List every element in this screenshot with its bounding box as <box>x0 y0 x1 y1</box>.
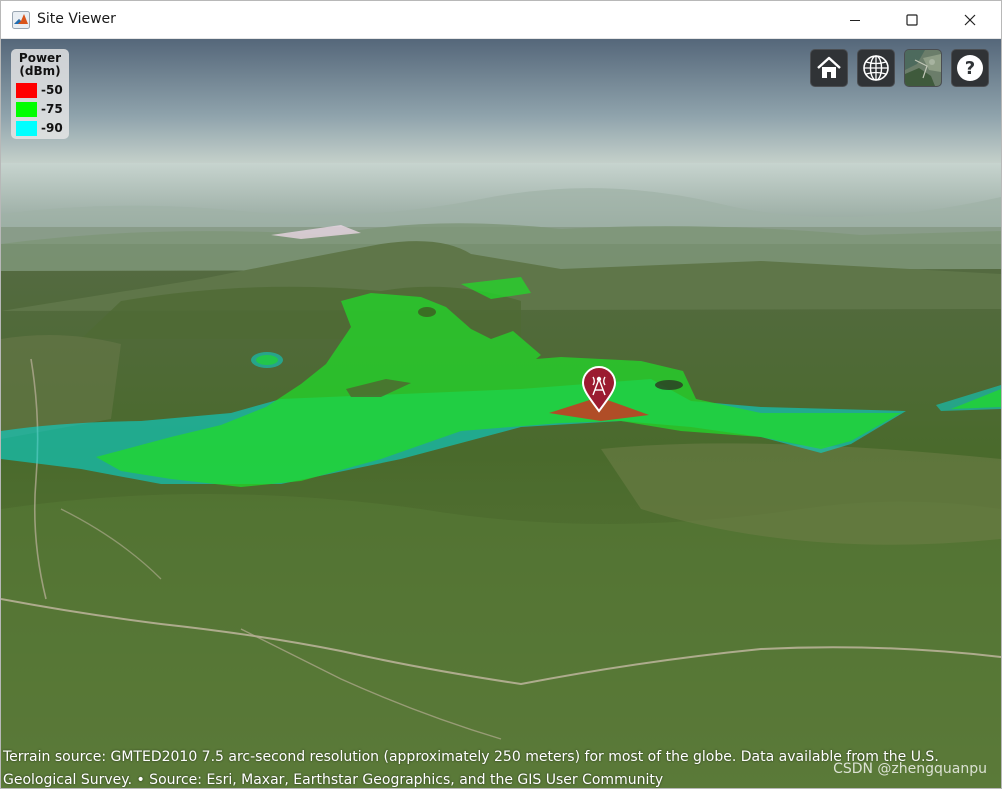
basemap-picker-button[interactable] <box>904 49 942 87</box>
help-icon-label: ? <box>965 58 975 79</box>
legend-swatch <box>16 102 37 117</box>
legend-label: -75 <box>41 102 63 116</box>
legend-entry: -75 <box>16 101 68 118</box>
maximize-icon <box>906 13 918 26</box>
home-button[interactable] <box>810 49 848 87</box>
watermark: CSDN @zhengquanpu <box>833 761 987 777</box>
legend-title: Power (dBm) <box>11 52 69 78</box>
home-icon <box>817 56 841 78</box>
map-viewer[interactable]: Power (dBm) -50 -75 -90 ? Terrain source… <box>1 39 1001 788</box>
legend-title-line2: (dBm) <box>19 64 61 78</box>
legend-entry: -90 <box>16 120 68 137</box>
maximize-button[interactable] <box>889 1 935 38</box>
help-button[interactable]: ? <box>951 49 989 87</box>
globe-icon <box>863 55 889 81</box>
legend-label: -50 <box>41 83 63 97</box>
power-legend: Power (dBm) -50 -75 -90 <box>11 49 69 139</box>
legend-swatch <box>16 121 37 136</box>
title-bar[interactable]: Site Viewer <box>1 1 1001 39</box>
legend-swatch <box>16 83 37 98</box>
terrain-scene[interactable] <box>1 39 1001 788</box>
minimize-button[interactable] <box>832 1 878 38</box>
satellite-imagery-icon <box>905 50 941 86</box>
legend-label: -90 <box>41 121 63 135</box>
legend-entry: -50 <box>16 82 68 99</box>
help-icon: ? <box>957 55 983 81</box>
minimize-icon <box>850 19 860 21</box>
scene-mode-button[interactable] <box>857 49 895 87</box>
close-button[interactable] <box>947 1 993 38</box>
close-icon <box>964 14 976 25</box>
site-viewer-window: Site Viewer Power (dBm) -50 -75 -90 ? Te… <box>0 0 1002 789</box>
window-title: Site Viewer <box>37 11 116 27</box>
matlab-app-icon <box>12 11 30 29</box>
